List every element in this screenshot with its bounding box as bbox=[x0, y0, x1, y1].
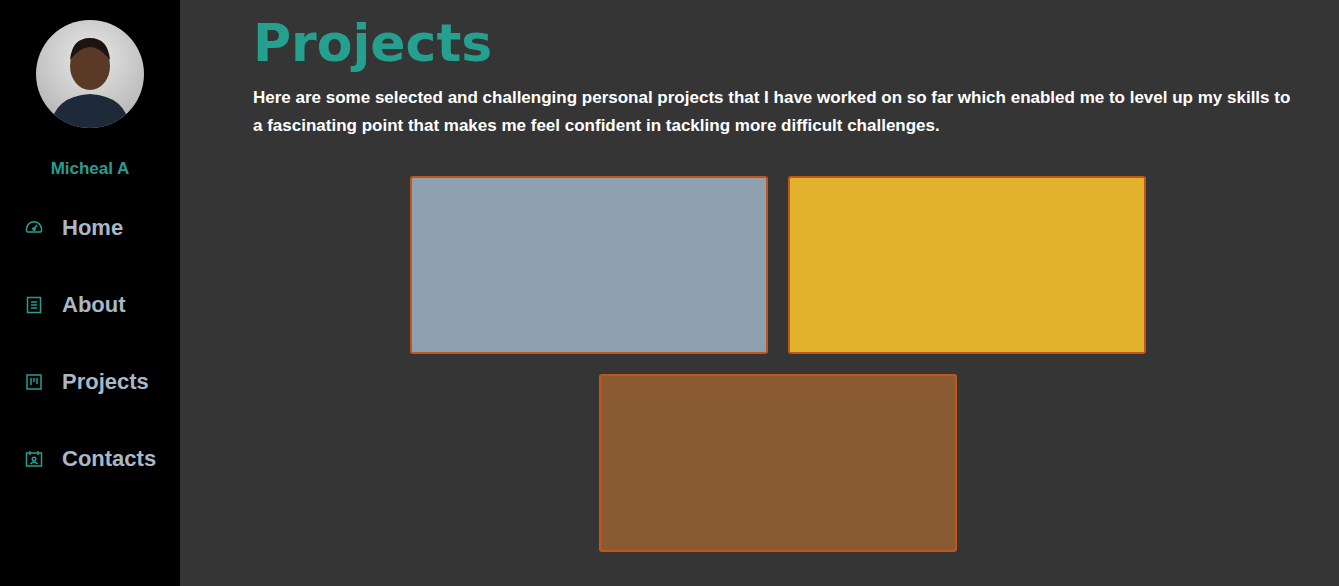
sidebar-menu: Home About Projects Contacts bbox=[0, 189, 180, 497]
board-icon bbox=[24, 372, 44, 392]
sidebar-item-label: Projects bbox=[62, 369, 149, 395]
project-card[interactable] bbox=[599, 374, 957, 552]
sidebar-item-label: Home bbox=[62, 215, 123, 241]
avatar-image bbox=[36, 20, 144, 128]
sidebar-item-label: About bbox=[62, 292, 126, 318]
document-icon bbox=[24, 295, 44, 315]
dashboard-icon bbox=[24, 218, 44, 238]
page-title: Projects bbox=[253, 14, 1303, 72]
sidebar-item[interactable]: Home bbox=[0, 189, 180, 266]
sidebar-item[interactable]: Projects bbox=[0, 343, 180, 420]
intro-text: Here are some selected and challenging p… bbox=[253, 84, 1303, 140]
sidebar-item[interactable]: Contacts bbox=[0, 420, 180, 497]
main-content: Projects Here are some selected and chall… bbox=[180, 0, 1339, 586]
sidebar: Micheal A Home About Projects Contacts bbox=[0, 0, 180, 586]
contact-card-icon bbox=[24, 449, 44, 469]
user-name: Micheal A bbox=[51, 159, 130, 179]
project-card[interactable] bbox=[788, 176, 1146, 354]
project-gallery bbox=[398, 176, 1158, 552]
sidebar-item-label: Contacts bbox=[62, 446, 156, 472]
project-card[interactable] bbox=[410, 176, 768, 354]
sidebar-item[interactable]: About bbox=[0, 266, 180, 343]
